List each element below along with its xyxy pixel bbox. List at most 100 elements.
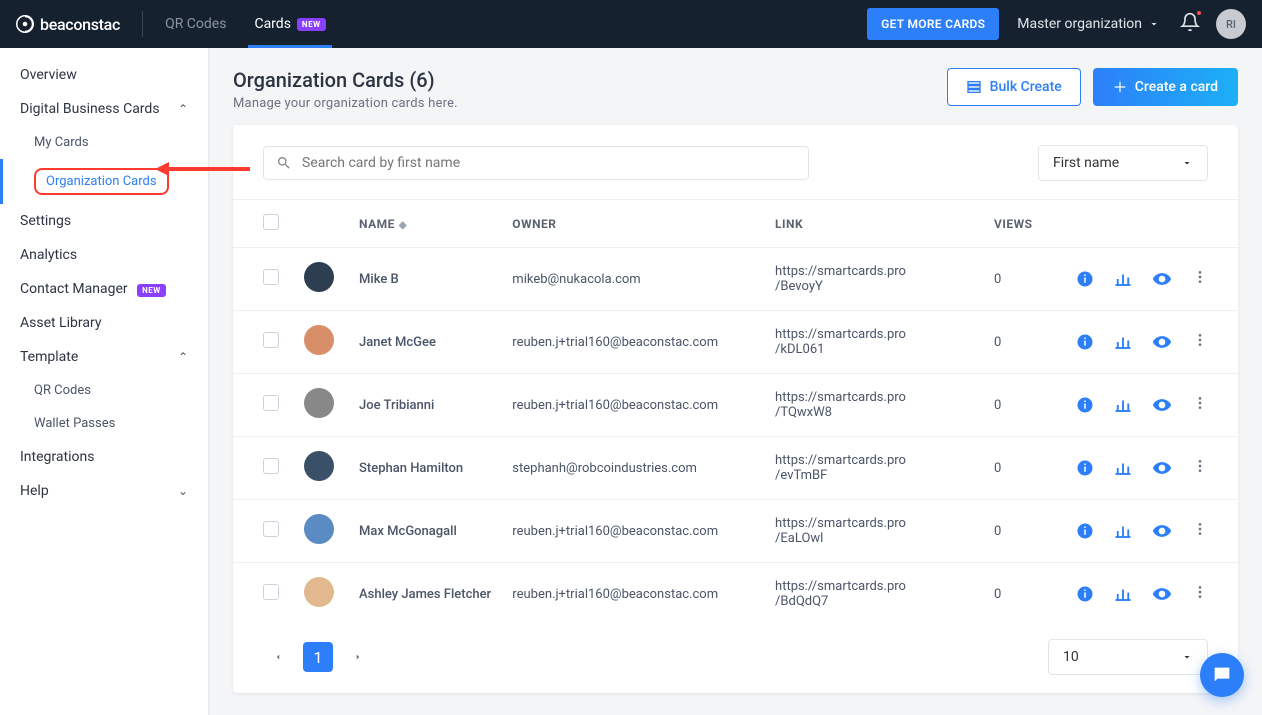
- row-link[interactable]: https://smartcards.pro/BevoyY: [765, 248, 984, 311]
- info-icon: [1076, 585, 1094, 603]
- row-link[interactable]: https://smartcards.pro/EaLOwl: [765, 500, 984, 563]
- get-more-cards-button[interactable]: GET MORE CARDS: [867, 8, 999, 40]
- row-owner: reuben.j+trial160@beaconstac.com: [502, 374, 765, 437]
- more-menu-button[interactable]: [1192, 395, 1208, 415]
- more-menu-button[interactable]: [1192, 458, 1208, 478]
- chevron-right-icon: [353, 652, 363, 662]
- view-button[interactable]: [1152, 521, 1172, 541]
- info-icon: [1076, 270, 1094, 288]
- info-button[interactable]: [1076, 585, 1094, 603]
- pager-page-1[interactable]: 1: [303, 642, 333, 672]
- create-card-button[interactable]: Create a card: [1093, 68, 1238, 106]
- help-chat-button[interactable]: [1200, 653, 1244, 697]
- row-checkbox[interactable]: [263, 458, 279, 474]
- sidebar-item-asset-library[interactable]: Asset Library: [0, 306, 208, 340]
- info-button[interactable]: [1076, 333, 1094, 351]
- chevron-left-icon: [273, 652, 283, 662]
- sidebar-tpl-wp-label: Wallet Passes: [34, 416, 115, 431]
- col-link[interactable]: LINK: [765, 200, 984, 248]
- info-button[interactable]: [1076, 459, 1094, 477]
- sidebar-item-template-qr[interactable]: QR Codes: [0, 374, 208, 407]
- search-input-container[interactable]: [263, 146, 809, 180]
- row-link[interactable]: https://smartcards.pro/evTmBF: [765, 437, 984, 500]
- info-button[interactable]: [1076, 522, 1094, 540]
- view-button[interactable]: [1152, 332, 1172, 352]
- pager-prev[interactable]: [263, 642, 293, 672]
- view-button[interactable]: [1152, 395, 1172, 415]
- page-size-value: 10: [1063, 649, 1079, 665]
- kebab-icon: [1192, 332, 1208, 348]
- sidebar-item-organization-cards[interactable]: Organization Cards: [0, 159, 208, 204]
- analytics-button[interactable]: [1114, 459, 1132, 477]
- row-views: 0: [984, 248, 1050, 311]
- row-link[interactable]: https://smartcards.pro/kDL061: [765, 311, 984, 374]
- sidebar-item-template-wallet[interactable]: Wallet Passes: [0, 407, 208, 440]
- sidebar-item-settings[interactable]: Settings: [0, 204, 208, 238]
- bar-chart-icon: [1114, 333, 1132, 351]
- pager: 1: [263, 642, 373, 672]
- caret-down-icon: [1181, 157, 1193, 169]
- view-button[interactable]: [1152, 458, 1172, 478]
- analytics-button[interactable]: [1114, 585, 1132, 603]
- info-icon: [1076, 522, 1094, 540]
- row-checkbox[interactable]: [263, 395, 279, 411]
- kebab-icon: [1192, 584, 1208, 600]
- analytics-button[interactable]: [1114, 270, 1132, 288]
- info-button[interactable]: [1076, 396, 1094, 414]
- row-link[interactable]: https://smartcards.pro/TQwxW8: [765, 374, 984, 437]
- info-button[interactable]: [1076, 270, 1094, 288]
- sidebar-item-integrations[interactable]: Integrations: [0, 440, 208, 474]
- sidebar-item-analytics[interactable]: Analytics: [0, 238, 208, 272]
- org-selector[interactable]: Master organization: [1017, 16, 1160, 32]
- sidebar-template-label: Template: [20, 349, 78, 365]
- col-owner[interactable]: OWNER: [502, 200, 765, 248]
- pager-next[interactable]: [343, 642, 373, 672]
- more-menu-button[interactable]: [1192, 269, 1208, 289]
- sidebar-item-overview[interactable]: Overview: [0, 58, 208, 92]
- sidebar: Overview Digital Business Cards ⌃ My Car…: [0, 48, 209, 715]
- create-card-label: Create a card: [1135, 79, 1218, 95]
- row-checkbox[interactable]: [263, 269, 279, 285]
- eye-icon: [1152, 521, 1172, 541]
- bulk-create-button[interactable]: Bulk Create: [947, 68, 1081, 106]
- sidebar-item-dbc[interactable]: Digital Business Cards ⌃: [0, 92, 208, 126]
- tab-qr-codes[interactable]: QR Codes: [165, 0, 226, 48]
- tab-cards[interactable]: Cards NEW: [254, 0, 325, 48]
- bar-chart-icon: [1114, 270, 1132, 288]
- sidebar-item-help[interactable]: Help ⌄: [0, 474, 208, 508]
- select-all-checkbox[interactable]: [263, 214, 279, 230]
- kebab-icon: [1192, 458, 1208, 474]
- chevron-down-icon: [1148, 18, 1160, 30]
- row-avatar: [304, 451, 334, 481]
- row-checkbox[interactable]: [263, 332, 279, 348]
- row-owner: reuben.j+trial160@beaconstac.com: [502, 563, 765, 626]
- sort-select[interactable]: First name: [1038, 145, 1208, 181]
- analytics-button[interactable]: [1114, 396, 1132, 414]
- page-size-select[interactable]: 10: [1048, 639, 1208, 675]
- cards-table: NAME◆ OWNER LINK VIEWS Mike Bmikeb@nukac…: [233, 199, 1238, 625]
- more-menu-button[interactable]: [1192, 521, 1208, 541]
- row-checkbox[interactable]: [263, 521, 279, 537]
- analytics-button[interactable]: [1114, 333, 1132, 351]
- sidebar-item-my-cards[interactable]: My Cards: [0, 126, 208, 159]
- more-menu-button[interactable]: [1192, 332, 1208, 352]
- notifications-button[interactable]: [1180, 12, 1200, 36]
- col-name[interactable]: NAME◆: [349, 200, 502, 248]
- chevron-down-icon: ⌄: [178, 484, 188, 498]
- chevron-up-icon: ⌃: [178, 350, 188, 364]
- sidebar-item-template[interactable]: Template ⌃: [0, 340, 208, 374]
- row-link[interactable]: https://smartcards.pro/BdQdQ7: [765, 563, 984, 626]
- pager-current-label: 1: [314, 648, 323, 667]
- sidebar-my-cards-label: My Cards: [34, 135, 89, 150]
- view-button[interactable]: [1152, 269, 1172, 289]
- col-views[interactable]: VIEWS: [984, 200, 1050, 248]
- analytics-button[interactable]: [1114, 522, 1132, 540]
- view-button[interactable]: [1152, 584, 1172, 604]
- row-checkbox[interactable]: [263, 584, 279, 600]
- user-avatar[interactable]: RI: [1216, 9, 1246, 39]
- more-menu-button[interactable]: [1192, 584, 1208, 604]
- sidebar-item-contact-manager[interactable]: Contact Manager NEW: [0, 272, 208, 306]
- sidebar-contact-mgr-label: Contact Manager NEW: [20, 281, 166, 297]
- brand-logo[interactable]: beaconstac: [16, 15, 120, 34]
- search-input[interactable]: [302, 155, 796, 171]
